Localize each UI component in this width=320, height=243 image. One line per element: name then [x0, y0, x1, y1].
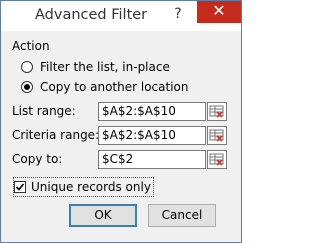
list-range-label: List range:	[12, 104, 76, 118]
copy-to-selector-button[interactable]	[207, 150, 227, 169]
dialog-title: Advanced Filter	[35, 7, 148, 23]
filter-in-place-radio[interactable]	[21, 61, 33, 73]
copy-to-location-radio[interactable]	[21, 81, 33, 93]
criteria-range-label: Criteria range:	[12, 128, 100, 142]
unique-records-option[interactable]: Unique records only	[13, 177, 154, 197]
criteria-range-selector-button[interactable]	[207, 126, 227, 145]
filter-in-place-option[interactable]: Filter the list, in-place	[21, 58, 170, 76]
action-group-label: Action	[12, 39, 50, 53]
copy-to-label: Copy to:	[12, 152, 63, 166]
ok-button[interactable]: OK	[69, 204, 137, 227]
list-range-input[interactable]: $A$2:$A$10	[98, 102, 206, 121]
checkmark-icon	[15, 183, 25, 191]
copy-to-input[interactable]: $C$2	[98, 150, 206, 169]
filter-in-place-label: Filter the list, in-place	[40, 60, 170, 74]
copy-to-location-label: Copy to another location	[40, 80, 189, 94]
title-bar: Advanced Filter ? ✕	[1, 1, 241, 31]
unique-records-checkbox[interactable]	[14, 181, 26, 193]
list-range-selector-button[interactable]	[207, 102, 227, 121]
close-button[interactable]: ✕	[197, 1, 241, 23]
cancel-button[interactable]: Cancel	[148, 204, 216, 227]
help-button[interactable]: ?	[161, 1, 195, 27]
copy-to-location-option[interactable]: Copy to another location	[21, 78, 188, 96]
range-select-icon	[209, 129, 224, 142]
criteria-range-input[interactable]: $A$2:$A$10	[98, 126, 206, 145]
range-select-icon	[209, 105, 224, 118]
advanced-filter-dialog: Advanced Filter ? ✕ Action Filter the li…	[0, 0, 242, 243]
range-select-icon	[209, 153, 224, 166]
unique-records-label: Unique records only	[31, 180, 151, 194]
